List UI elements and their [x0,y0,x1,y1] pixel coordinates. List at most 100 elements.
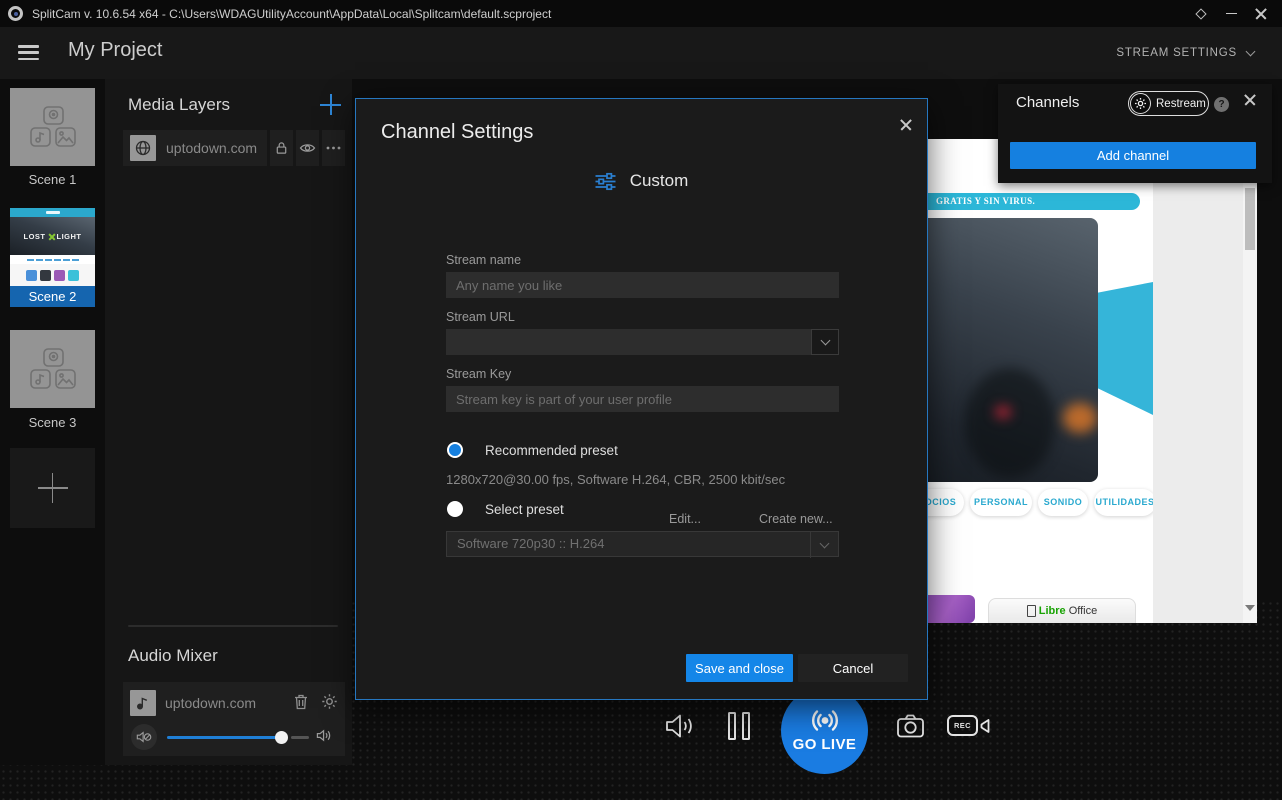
restream-button[interactable]: Restream [1128,91,1209,116]
broadcast-icon [802,708,848,733]
stream-url-label: Stream URL [446,310,515,324]
modal-close-button[interactable] [896,115,904,123]
minimize-button[interactable] [1216,0,1246,27]
channel-type-label: Custom [630,171,689,191]
title-bar: SplitCam v. 10.6.54 x64 - C:\Users\WDAGU… [0,0,1282,27]
more-icon [326,146,341,150]
stream-url-field [446,329,839,355]
pause-icon [742,712,750,740]
volume-slider-handle[interactable] [275,731,288,744]
scene-2-thumb-body [10,264,95,286]
pin-icon [1195,8,1206,19]
scene-1-label: Scene 1 [0,172,105,187]
delete-audio-source-button[interactable] [293,693,309,716]
create-new-preset-link[interactable]: Create new... [759,512,833,526]
preset-dropdown[interactable]: Software 720p30 :: H.264 [446,531,839,557]
channel-type-header: Custom [356,171,927,191]
poster-fire-glow [1063,403,1097,433]
select-preset-radio[interactable] [447,501,463,517]
close-button[interactable] [1246,0,1276,27]
category-pill: SONIDO [1038,489,1088,516]
mute-button[interactable] [131,724,157,750]
save-and-close-button[interactable]: Save and close [686,654,793,682]
layer-more-button[interactable] [322,130,345,166]
volume-track-filled[interactable] [167,736,281,739]
stream-key-label: Stream Key [446,367,511,381]
channel-settings-modal: Channel Settings Custom Stream name Stre… [355,98,928,700]
audio-settings-button[interactable] [321,693,338,715]
plus-icon [38,473,68,503]
sliders-icon [595,172,616,191]
snapshot-button[interactable] [896,712,925,744]
restream-label: Restream [1156,98,1206,110]
scene-2-thumb-banner: LOST LIGHT [10,217,95,255]
gear-icon [1134,97,1147,110]
pause-button[interactable] [728,712,750,740]
stream-url-dropdown-button[interactable] [811,329,839,355]
lock-icon [274,140,289,156]
stream-key-input[interactable] [446,386,839,412]
stream-name-input[interactable] [446,272,839,298]
media-layer-name: uptodown.com [166,140,257,156]
scene-2-thumb-header [10,208,95,217]
webpage-gutter [1153,139,1243,623]
help-button[interactable]: ? [1214,97,1229,112]
scene-2-thumb-nav [10,255,95,264]
edit-preset-link[interactable]: Edit... [669,512,701,526]
poster-shadow [965,368,1055,478]
chevron-down-icon [820,538,830,548]
splitcam-window: SplitCam v. 10.6.54 x64 - C:\Users\WDAGU… [0,0,1282,800]
scene-sidebar: Scene 1 LOST LIGHT Scene 2 Scene 3 [0,79,105,765]
stream-settings-dropdown[interactable]: STREAM SETTINGS [1116,47,1254,59]
chevron-down-icon [820,335,830,345]
stream-settings-label: STREAM SETTINGS [1116,47,1237,59]
gear-icon [321,693,338,710]
cancel-button[interactable]: Cancel [798,654,908,682]
globe-icon [134,139,152,157]
lock-layer-button[interactable] [270,130,293,166]
recommended-preset-radio[interactable] [447,442,463,458]
channels-panel: Channels Restream ? Add channel [998,84,1272,183]
master-audio-button[interactable] [664,711,696,746]
record-button[interactable]: REC [947,715,990,736]
record-camera-icon [980,718,990,734]
stream-name-label: Stream name [446,253,521,267]
pin-on-top-button[interactable] [1186,0,1216,27]
recommended-preset-label[interactable]: Recommended preset [485,443,618,458]
scene-2-thumbnail[interactable]: LOST LIGHT [10,208,95,286]
add-channel-button[interactable]: Add channel [1010,142,1256,169]
scene-3-thumbnail[interactable] [10,330,95,408]
web-layer-tile [130,135,156,161]
scene-placeholder-icon [30,348,76,390]
chevron-down-icon [1246,46,1256,56]
preset-dropdown-button[interactable] [810,532,838,558]
volume-track-empty[interactable] [291,736,309,739]
menu-button[interactable] [18,45,39,60]
music-note-icon [135,695,151,711]
game-logo-x-icon [48,233,55,240]
layer-visibility-button[interactable] [296,130,319,166]
minimize-icon [1226,13,1237,14]
select-preset-label[interactable]: Select preset [485,502,564,517]
window-title: SplitCam v. 10.6.54 x64 - C:\Users\WDAGU… [32,7,551,21]
stream-key-field [446,386,839,412]
rec-label: REC [947,715,978,736]
window-controls [1186,0,1276,27]
go-live-label: GO LIVE [793,736,857,753]
stream-url-input[interactable] [446,329,811,355]
volume-max-icon [316,728,333,748]
audio-mixer-title: Audio Mixer [128,646,218,666]
media-layer-item[interactable]: uptodown.com [123,130,267,166]
add-scene-button[interactable] [10,448,95,528]
media-layer-row[interactable]: uptodown.com [123,130,345,166]
go-live-button[interactable]: GO LIVE [781,687,868,774]
preset-dropdown-value: Software 720p30 :: H.264 [447,532,810,556]
audio-source-name: uptodown.com [165,695,256,711]
document-icon [1027,605,1036,617]
audio-source-tile [130,690,156,716]
speaker-icon [664,711,696,741]
panel-divider [128,625,338,627]
scene-1-thumbnail[interactable] [10,88,95,166]
category-pill: UTILIDADES [1094,489,1156,516]
scene-2-label-selected[interactable]: Scene 2 [10,286,95,307]
